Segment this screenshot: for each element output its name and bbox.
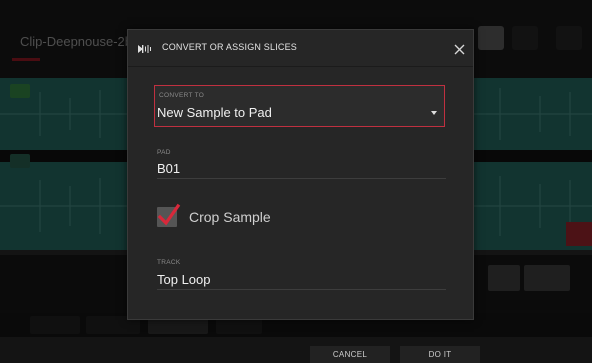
search-icon (478, 26, 504, 50)
checkmark-icon (157, 203, 181, 226)
background-tab-1 (30, 316, 80, 334)
do-it-button[interactable]: DO IT (400, 346, 480, 363)
dialog-title: CONVERT OR ASSIGN SLICES (162, 42, 298, 52)
background-button-a (488, 265, 520, 291)
convert-to-value: New Sample to Pad (157, 105, 272, 120)
background-indicator (12, 58, 40, 61)
convert-slices-dialog: CONVERT OR ASSIGN SLICES PAD B01 TRACK T… (127, 29, 474, 320)
crop-sample-row[interactable]: Crop Sample (157, 203, 357, 231)
convert-to-select[interactable]: CONVERT TO New Sample to Pad (154, 85, 445, 127)
grid-icon (512, 26, 538, 50)
pad-field[interactable]: PAD B01 (157, 149, 446, 179)
crop-sample-checkbox[interactable] (157, 203, 181, 227)
track-value: Top Loop (157, 272, 211, 287)
background-button-b (524, 265, 570, 291)
cancel-button[interactable]: CANCEL (310, 346, 390, 363)
slice-icon (137, 41, 151, 55)
lane-2-pad-label (10, 154, 30, 168)
chevron-down-icon (431, 111, 437, 115)
pad-value: B01 (157, 161, 181, 176)
track-label: TRACK (157, 259, 181, 266)
background-clip-title: Clip-Deepnouse-2b (20, 34, 133, 49)
close-icon[interactable] (453, 41, 466, 55)
convert-to-label: CONVERT TO (159, 92, 205, 99)
pad-label: PAD (157, 149, 171, 156)
track-field[interactable]: TRACK Top Loop (157, 259, 446, 290)
background-record-marker (566, 222, 592, 246)
dialog-header: CONVERT OR ASSIGN SLICES (128, 30, 473, 67)
crop-sample-label: Crop Sample (189, 209, 271, 225)
lane-1-pad-label (10, 84, 30, 98)
settings-icon (556, 26, 582, 50)
track-underline (157, 289, 446, 290)
pad-underline (157, 178, 446, 179)
